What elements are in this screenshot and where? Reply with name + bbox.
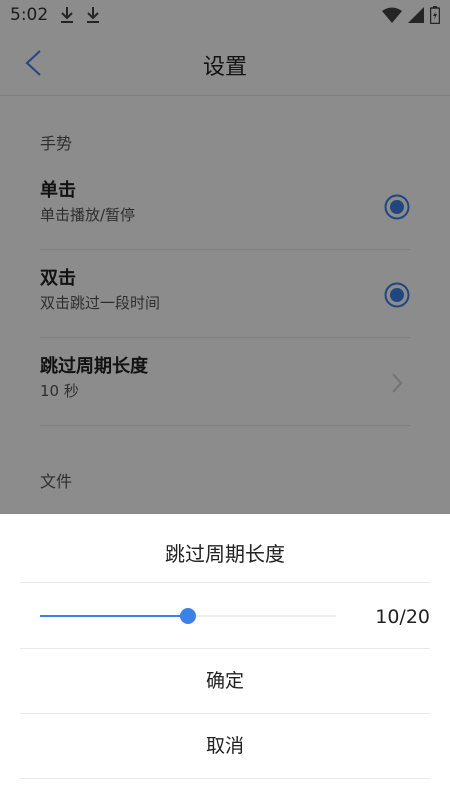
slider-fill (40, 615, 188, 617)
slider-thumb[interactable] (180, 608, 196, 624)
skip-length-dialog: 跳过周期长度 10/20 确定 取消 (0, 514, 450, 800)
dialog-title: 跳过周期长度 (165, 542, 285, 566)
divider (20, 778, 430, 779)
divider (20, 582, 430, 583)
skip-length-slider[interactable] (40, 606, 336, 626)
cancel-button[interactable]: 取消 (20, 714, 430, 778)
confirm-button[interactable]: 确定 (20, 649, 430, 713)
slider-value: 10/20 (375, 606, 430, 628)
